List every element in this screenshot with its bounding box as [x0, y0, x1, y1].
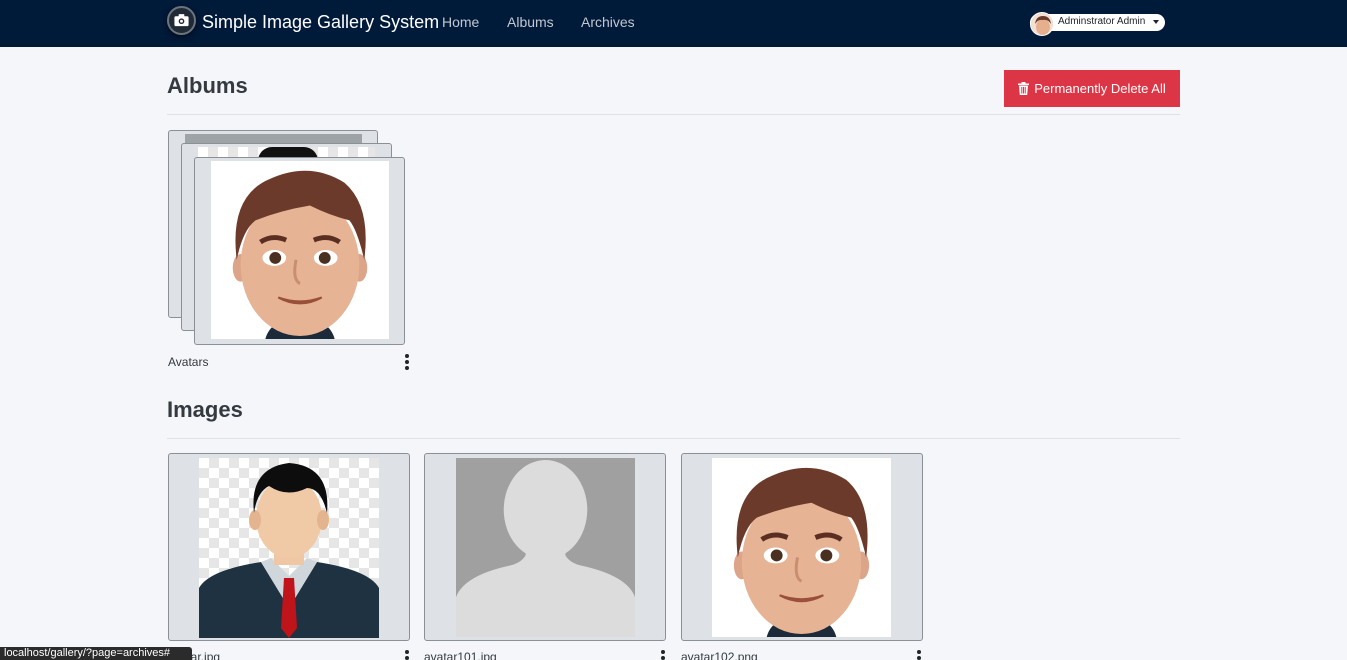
image-thumbnail	[712, 458, 891, 637]
brand-title[interactable]: Simple Image Gallery System	[202, 12, 439, 33]
album-name[interactable]: Avatars	[168, 355, 208, 369]
image-name[interactable]: avatar102.png	[681, 650, 758, 660]
nav-albums[interactable]: Albums	[507, 14, 554, 30]
avatar[interactable]	[1030, 12, 1054, 36]
chevron-down-icon[interactable]	[1153, 20, 1159, 24]
nav-archives[interactable]: Archives	[581, 14, 635, 30]
permanently-delete-all-button[interactable]: Permanently Delete All	[1004, 70, 1180, 107]
album-cover[interactable]	[194, 157, 405, 345]
image-options-icon[interactable]	[661, 650, 665, 660]
images-heading: Images	[167, 397, 243, 422]
albums-divider	[167, 114, 1180, 115]
image-frame[interactable]	[168, 453, 410, 641]
image-frame[interactable]	[681, 453, 923, 641]
user-name[interactable]: Adminstrator Admin	[1058, 16, 1145, 27]
browser-status-url: localhost/gallery/?page=archives#	[0, 647, 192, 660]
delete-all-label: Permanently Delete All	[1034, 81, 1166, 96]
albums-heading: Albums	[167, 73, 248, 98]
album-cover-image	[211, 161, 389, 339]
image-options-icon[interactable]	[917, 650, 921, 660]
nav-home[interactable]: Home	[442, 14, 479, 30]
top-navbar: Simple Image Gallery System Home Albums …	[0, 0, 1347, 47]
image-thumbnail	[199, 458, 379, 638]
image-options-icon[interactable]	[405, 650, 409, 660]
images-divider	[167, 438, 1180, 439]
image-frame[interactable]	[424, 453, 666, 641]
trash-icon	[1018, 82, 1030, 95]
image-name[interactable]: avatar101.jpg	[424, 650, 497, 660]
album-options-icon[interactable]	[405, 354, 409, 370]
image-thumbnail	[456, 458, 635, 637]
camera-icon[interactable]	[167, 6, 196, 35]
